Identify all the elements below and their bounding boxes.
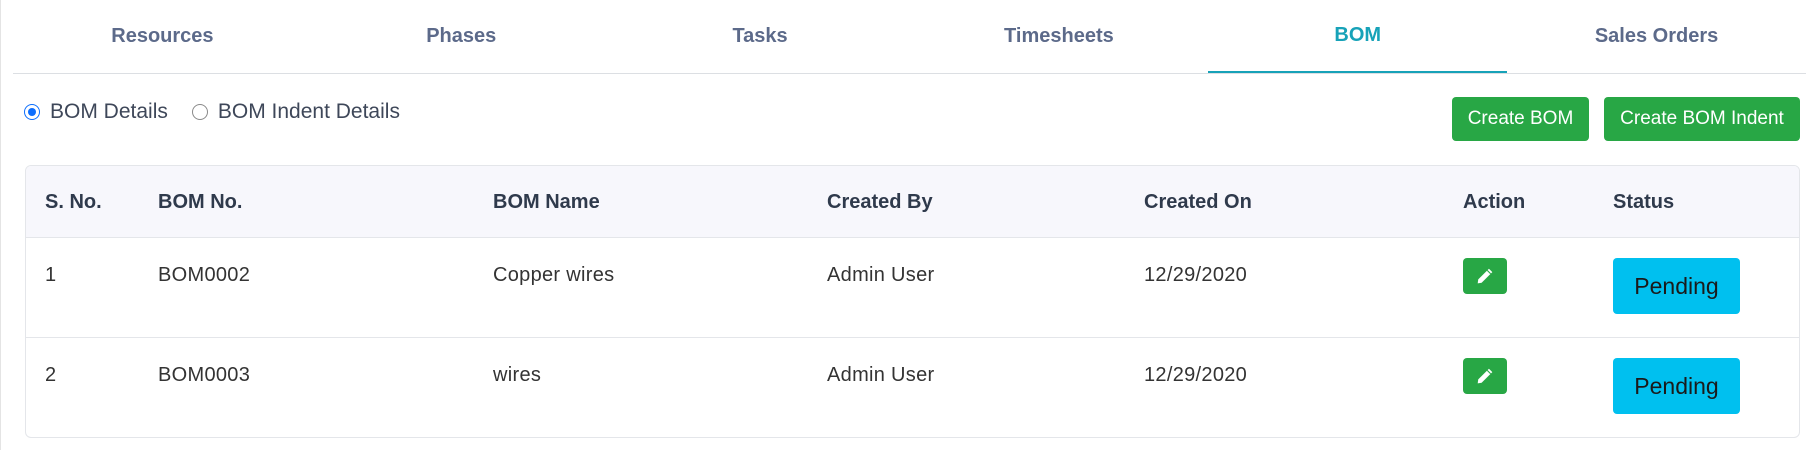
bom-indent-details-radio[interactable] bbox=[191, 104, 208, 120]
cell-created-on: 12/29/2020 bbox=[1144, 264, 1248, 286]
header-bom-name: BOM Name bbox=[493, 190, 600, 213]
header-action: Action bbox=[1463, 190, 1526, 213]
create-bom-indent-button[interactable]: Create BOM Indent bbox=[1604, 97, 1800, 141]
tab-sales-orders[interactable]: Sales Orders bbox=[1507, 0, 1806, 73]
table-row: 2 BOM0003 wires Admin User 12/29/2020 Pe… bbox=[26, 338, 1799, 437]
tab-phases[interactable]: Phases bbox=[312, 0, 611, 73]
bom-indent-details-option[interactable]: BOM Indent Details bbox=[191, 100, 400, 124]
edit-button[interactable] bbox=[1463, 258, 1507, 294]
cell-created-by: Admin User bbox=[827, 364, 935, 386]
cell-bom-name: wires bbox=[493, 364, 542, 386]
header-sno: S. No. bbox=[45, 190, 102, 213]
bom-view-radio-group: BOM Details BOM Indent Details bbox=[24, 100, 424, 124]
cell-created-by: Admin User bbox=[827, 264, 935, 286]
table-row: 1 BOM0002 Copper wires Admin User 12/29/… bbox=[26, 238, 1799, 338]
edit-button[interactable] bbox=[1463, 358, 1507, 394]
bom-details-option[interactable]: BOM Details bbox=[24, 100, 168, 124]
cell-bom-no: BOM0003 bbox=[158, 364, 251, 386]
cell-sno: 1 bbox=[45, 264, 57, 286]
cell-bom-name: Copper wires bbox=[493, 264, 615, 286]
create-bom-button[interactable]: Create BOM bbox=[1452, 97, 1589, 141]
tab-resources[interactable]: Resources bbox=[13, 0, 312, 73]
cell-bom-no: BOM0002 bbox=[158, 264, 251, 286]
tab-timesheets[interactable]: Timesheets bbox=[909, 0, 1208, 73]
cell-created-on: 12/29/2020 bbox=[1144, 364, 1248, 386]
pencil-icon bbox=[1477, 368, 1493, 384]
bom-details-label: BOM Details bbox=[50, 100, 168, 123]
bom-indent-details-label: BOM Indent Details bbox=[217, 100, 400, 123]
bom-table: S. No. BOM No. BOM Name Created By Creat… bbox=[25, 165, 1800, 438]
pencil-icon bbox=[1477, 268, 1493, 284]
header-status: Status bbox=[1613, 190, 1675, 213]
status-badge: Pending bbox=[1613, 258, 1740, 314]
tab-bom[interactable]: BOM bbox=[1208, 0, 1508, 73]
page-left-border bbox=[0, 0, 1, 450]
table-header: S. No. BOM No. BOM Name Created By Creat… bbox=[26, 166, 1799, 238]
cell-sno: 2 bbox=[45, 364, 57, 386]
bom-details-radio[interactable] bbox=[24, 104, 40, 120]
tab-tasks[interactable]: Tasks bbox=[611, 0, 910, 73]
tab-bar: Resources Phases Tasks Timesheets BOM Sa… bbox=[13, 0, 1806, 74]
header-created-by: Created By bbox=[827, 190, 933, 213]
header-bom-no: BOM No. bbox=[158, 190, 243, 213]
header-created-on: Created On bbox=[1144, 190, 1252, 213]
status-badge: Pending bbox=[1613, 358, 1740, 414]
